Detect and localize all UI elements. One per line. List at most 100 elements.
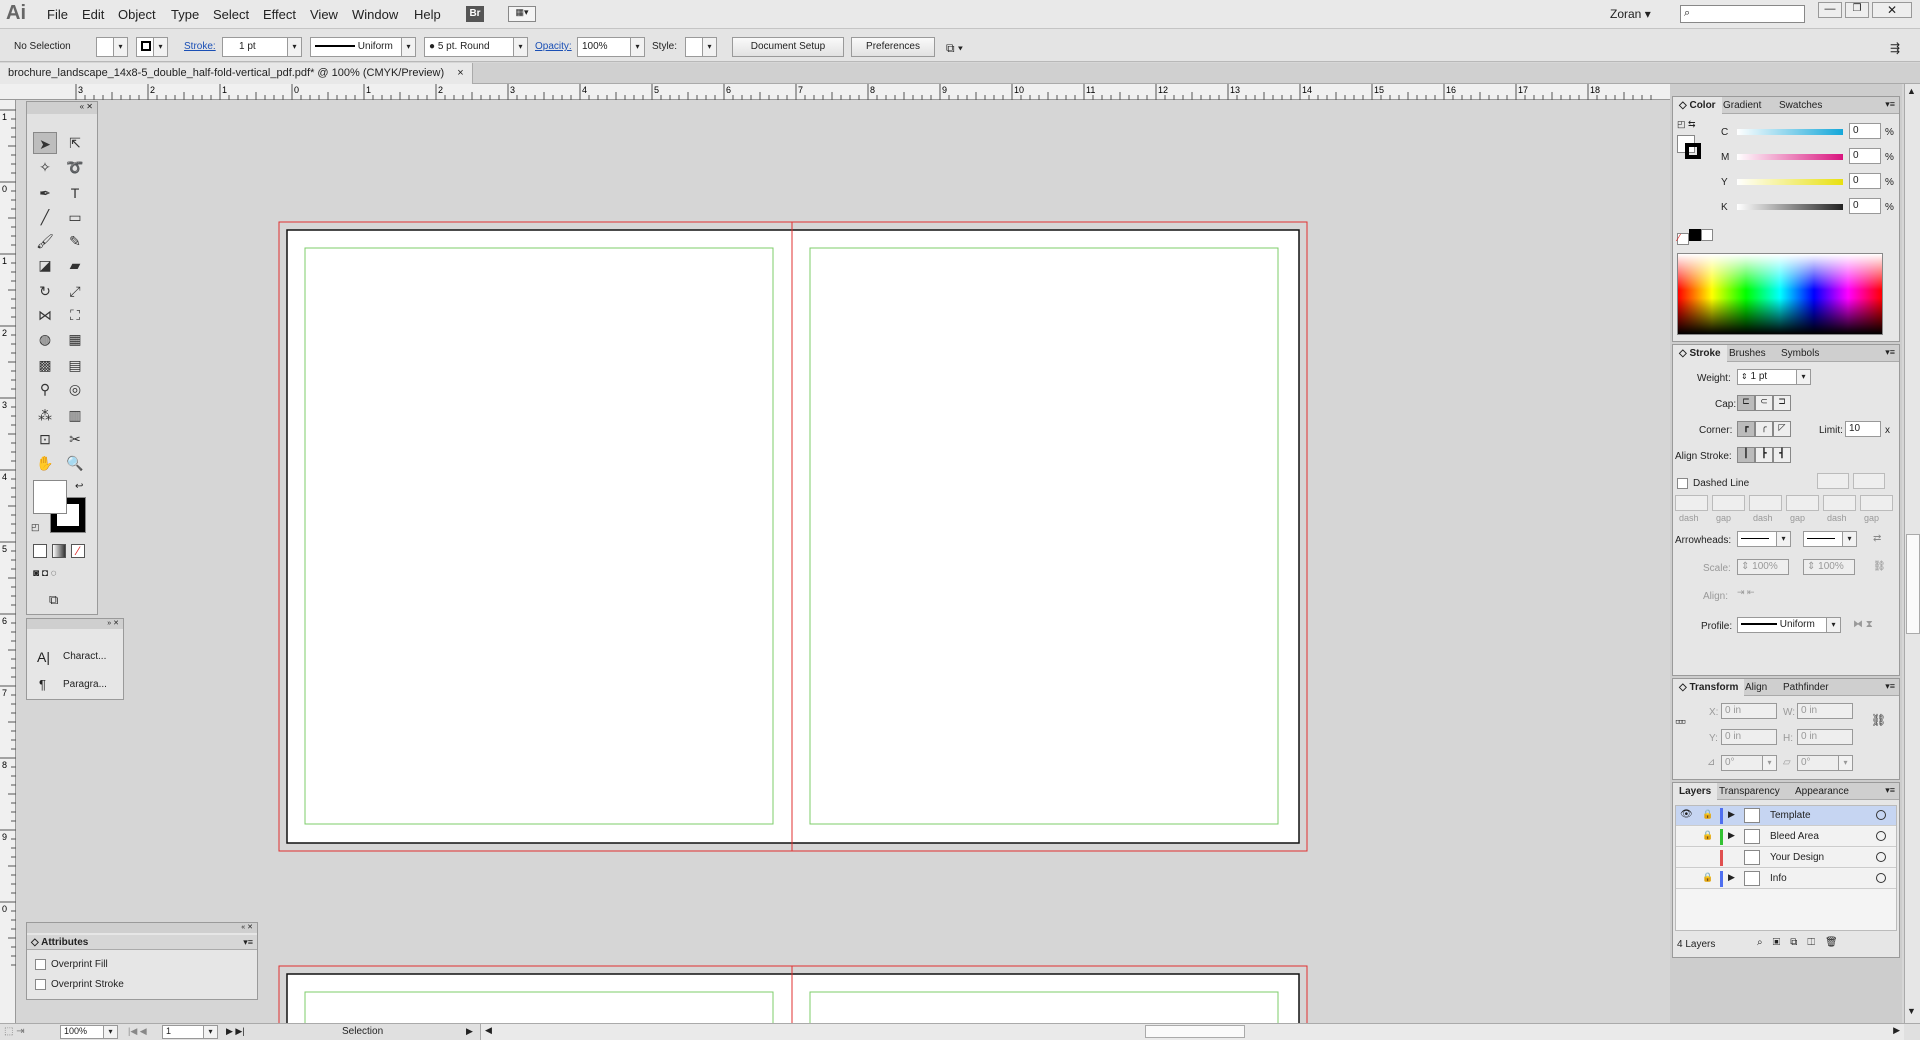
preferences-button[interactable]: Preferences [851, 37, 935, 57]
screen-mode-icon[interactable]: ⧉ [49, 592, 58, 608]
minimize-button[interactable]: — [1818, 2, 1842, 18]
fill-swatch[interactable]: ▾ [96, 37, 128, 57]
channel-c-field[interactable]: 0 [1849, 123, 1881, 139]
mesh-tool-icon[interactable]: ▩ [33, 354, 57, 376]
layers-menu-icon[interactable]: ▾≡ [1885, 785, 1895, 796]
graph-tool-icon[interactable]: ▥ [63, 404, 87, 426]
lock-icon[interactable]: 🔒 [1702, 872, 1713, 883]
transform-menu-icon[interactable]: ▾≡ [1885, 681, 1895, 692]
layer-row[interactable]: 👁 🔒 ▶ Template [1676, 806, 1896, 826]
limit-field[interactable]: 10 [1845, 421, 1881, 437]
fill-color-front-icon[interactable] [33, 480, 67, 514]
target-circle-icon[interactable] [1876, 852, 1886, 862]
width-tool-icon[interactable]: ⋈ [33, 304, 57, 326]
menu-help[interactable]: Help [414, 7, 441, 22]
bridge-button[interactable]: Br [466, 6, 484, 22]
panel-menu-icon[interactable]: ⇶ [1890, 41, 1900, 55]
none-black-white-swatches[interactable]: ⁄ [1677, 229, 1715, 245]
shear-field[interactable]: 0° ▾ [1797, 755, 1853, 771]
channel-k-slider[interactable] [1737, 204, 1843, 210]
target-circle-icon[interactable] [1876, 810, 1886, 820]
scroll-right-icon[interactable]: ▶ [1893, 1025, 1900, 1036]
stroke-label[interactable]: Stroke: [184, 41, 216, 52]
tab-transparency[interactable]: Transparency [1713, 783, 1786, 800]
vertical-scrollbar[interactable]: ▲ ▼ [1904, 84, 1920, 1023]
pen-tool-icon[interactable]: ✒ [33, 182, 57, 204]
color-spectrum[interactable] [1677, 253, 1883, 335]
line-tool-icon[interactable]: ╱ [33, 206, 57, 228]
gradient-tool-icon[interactable]: ▤ [63, 354, 87, 376]
first-prev-artboard-icon[interactable]: |◀ ◀ [128, 1026, 147, 1037]
artboard-canvas[interactable] [17, 101, 1667, 1023]
brush-definition[interactable]: ● 5 pt. Round ▾ [424, 37, 528, 57]
selection-tool-icon[interactable]: ➤ [33, 132, 57, 154]
zoom-field[interactable]: 100% ▾ [60, 1025, 118, 1039]
close-button[interactable]: ✕ [1872, 2, 1912, 18]
opacity-label[interactable]: Opacity: [535, 41, 572, 52]
white-swatch[interactable] [1701, 229, 1713, 241]
menu-object[interactable]: Object [118, 7, 156, 22]
gradient-mode-icon[interactable] [52, 544, 66, 558]
current-tool-status[interactable]: Selection [342, 1026, 383, 1037]
butt-cap-icon[interactable]: ⊏ [1737, 395, 1755, 411]
none-mode-icon[interactable]: ⁄ [71, 544, 85, 558]
channel-k-field[interactable]: 0 [1849, 198, 1881, 214]
tab-align[interactable]: Align [1739, 679, 1773, 696]
artboard-2[interactable] [286, 973, 1300, 1023]
draw-modes-icon[interactable]: ◙ ◘ ◌ [33, 568, 87, 582]
tab-color[interactable]: ◇ Color [1673, 97, 1722, 114]
color-swap-icon[interactable]: ◰ ⇆ [1677, 119, 1696, 130]
menu-effect[interactable]: Effect [263, 7, 296, 22]
dash-gap-field[interactable] [1823, 495, 1856, 511]
arrange-documents-icon[interactable]: ▦▾ [508, 6, 536, 22]
constrain-proportions-icon[interactable]: ⛓ [1871, 713, 1886, 727]
arrow-start-select[interactable]: ▾ [1737, 531, 1791, 547]
channel-m-slider[interactable] [1737, 154, 1843, 160]
dash-gap-field[interactable] [1675, 495, 1708, 511]
rotate-tool-icon[interactable]: ↻ [33, 280, 57, 302]
paintbrush-icon[interactable]: 🖌 [33, 230, 57, 252]
slice-tool-icon[interactable]: ✂ [63, 428, 87, 450]
channel-y-slider[interactable] [1737, 179, 1843, 185]
rectangle-tool-icon[interactable]: ▭ [63, 206, 87, 228]
scroll-up-icon[interactable]: ▲ [1907, 86, 1916, 96]
style-picker[interactable]: ▾ [685, 37, 717, 57]
overprint-stroke-checkbox[interactable] [35, 979, 46, 990]
expand-arrow-icon[interactable]: ▶ [1728, 872, 1735, 883]
restore-button[interactable]: ❐ [1845, 2, 1869, 18]
document-setup-button[interactable]: Document Setup [732, 37, 844, 57]
isolate-icon[interactable]: ⧉ ▾ [946, 41, 963, 56]
close-tab-icon[interactable]: × [457, 67, 463, 79]
tab-pathfinder[interactable]: Pathfinder [1777, 679, 1835, 696]
round-join-icon[interactable]: ╭ [1755, 421, 1773, 437]
menu-type[interactable]: Type [171, 7, 199, 22]
color-menu-icon[interactable]: ▾≡ [1885, 99, 1895, 110]
character-panel-button[interactable]: Charact... [63, 651, 106, 662]
dash-gap-field[interactable] [1786, 495, 1819, 511]
layer-name[interactable]: Info [1770, 873, 1787, 884]
expand-arrow-icon[interactable]: ▶ [1728, 809, 1735, 820]
projecting-cap-icon[interactable]: ⊐ [1773, 395, 1791, 411]
swap-arrows-icon[interactable]: ⇄ [1873, 533, 1881, 544]
h-scroll-thumb[interactable] [1145, 1025, 1245, 1038]
symbol-sprayer-icon[interactable]: ⁂ [33, 404, 57, 426]
scale-tool-icon[interactable]: ⤢ [63, 280, 87, 302]
arrow-align-buttons[interactable]: ⇥ ⇤ [1737, 587, 1777, 603]
align-stroke-buttons[interactable]: ┃ ┣ ┫ [1737, 447, 1799, 463]
scale-start-field[interactable]: ⇕ 100% [1737, 559, 1789, 575]
paragraph-panel-button[interactable]: Paragra... [63, 679, 107, 690]
layer-actions[interactable]: ⌕▣⧉◫🗑 [1757, 937, 1848, 948]
perspective-grid-icon[interactable]: ▦ [63, 328, 87, 350]
black-swatch[interactable] [1689, 229, 1701, 241]
profile-select[interactable]: Uniform ▾ [1737, 617, 1841, 633]
scale-end-field[interactable]: ⇕ 100% [1803, 559, 1855, 575]
dash-gap-field[interactable] [1860, 495, 1893, 511]
weight-field[interactable]: ⇕ 1 pt ▾ [1737, 369, 1811, 385]
align-center-icon[interactable]: ┃ [1737, 447, 1755, 463]
direct-selection-tool-icon[interactable]: ⇱ [63, 132, 87, 154]
x-field[interactable]: 0 in [1721, 703, 1777, 719]
stroke-weight-field[interactable]: 1 pt ▾ [222, 37, 302, 57]
dash-align-corners-icon[interactable] [1817, 473, 1849, 489]
bevel-join-icon[interactable]: ◸ [1773, 421, 1791, 437]
tab-transform[interactable]: ◇ Transform [1673, 679, 1745, 696]
